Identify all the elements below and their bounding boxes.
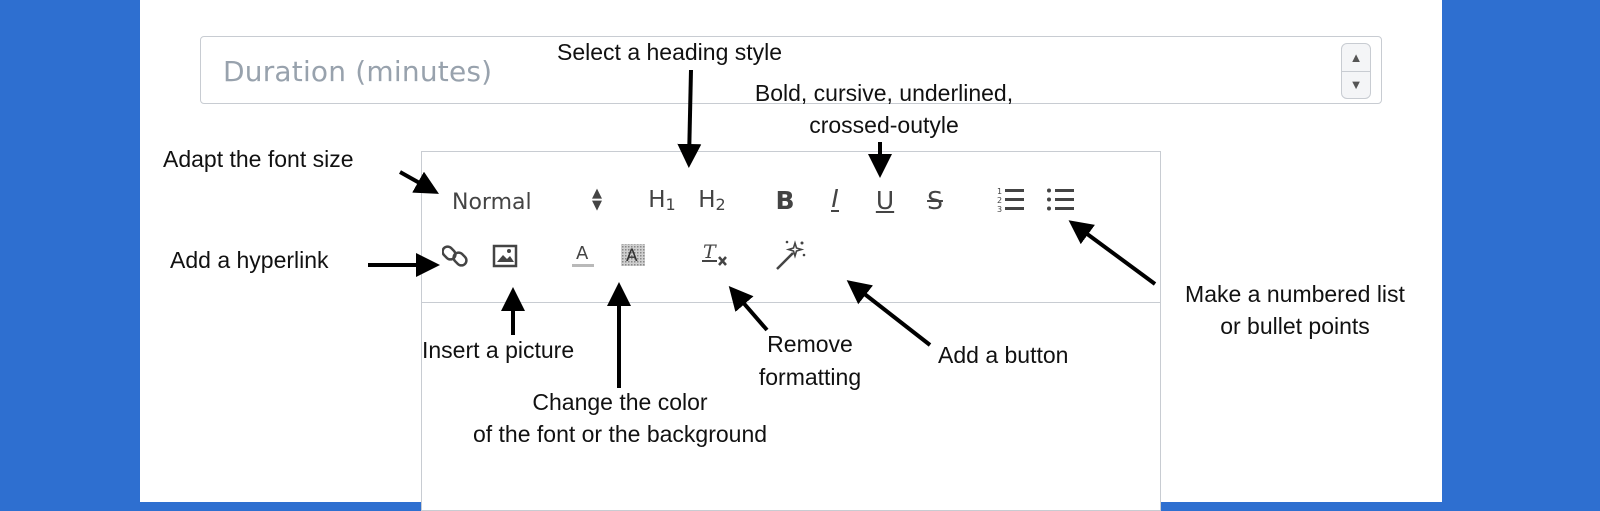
svg-text:A: A	[576, 243, 589, 264]
bullet-list-icon	[1047, 188, 1074, 211]
annotation-bold-line1: Bold, cursive, underlined,	[754, 80, 1014, 106]
h2-label: H2	[698, 186, 726, 214]
background-color-button[interactable]: A	[618, 238, 648, 272]
annotation-color-line2: of the font or the background	[472, 421, 768, 447]
editor-toolbar: Normal ▲ ▼ H1 H2 B I U S 1 2 3 A A T	[422, 152, 1160, 303]
annotation-picture: Insert a picture	[422, 337, 575, 363]
h1-label: H1	[648, 186, 676, 214]
annotation-heading: Select a heading style	[557, 39, 783, 65]
svg-text:T: T	[703, 241, 717, 263]
ordered-list-button[interactable]: 1 2 3	[994, 182, 1028, 218]
font-size-select[interactable]: Normal ▲ ▼	[452, 184, 622, 220]
text-color-button[interactable]: A	[568, 238, 598, 272]
magic-wand-icon	[776, 240, 806, 270]
link-icon	[442, 245, 468, 267]
italic-label: I	[831, 184, 839, 213]
annotation-list-line1: Make a numbered list	[1185, 281, 1405, 307]
annotation-remove-line2: formatting	[758, 364, 862, 390]
bullet-list-button[interactable]	[1044, 182, 1078, 218]
annotation-button: Add a button	[938, 342, 1069, 368]
annotation-bold-line2: crossed-outyle	[809, 112, 959, 138]
background-color-icon: A	[621, 244, 645, 266]
triangle-up-icon[interactable]: ▲	[1342, 44, 1370, 72]
triangle-down-icon[interactable]: ▼	[1342, 71, 1370, 98]
svg-text:A: A	[626, 246, 638, 266]
text-color-icon: A	[572, 243, 594, 267]
duration-stepper[interactable]: ▲ ▼	[1341, 43, 1371, 99]
annotation-font-size: Adapt the font size	[163, 146, 354, 172]
heading-1-button[interactable]: H1	[642, 182, 682, 218]
strike-button[interactable]: S	[918, 182, 952, 218]
clear-formatting-icon: T	[702, 241, 727, 266]
svg-text:3: 3	[997, 205, 1002, 214]
annotation-remove-line1: Remove	[767, 331, 853, 357]
italic-button[interactable]: I	[818, 182, 852, 218]
hyperlink-button[interactable]	[440, 240, 470, 272]
svg-text:2: 2	[997, 196, 1002, 205]
add-button-button[interactable]	[772, 238, 808, 274]
select-caret-icon: ▲ ▼	[592, 186, 602, 213]
svg-text:1: 1	[997, 187, 1002, 196]
ordered-list-icon: 1 2 3	[997, 187, 1024, 214]
duration-input[interactable]: Duration (minutes)	[223, 55, 492, 88]
image-icon	[492, 244, 518, 268]
annotation-hyperlink: Add a hyperlink	[170, 247, 329, 273]
heading-2-button[interactable]: H2	[692, 182, 732, 218]
remove-formatting-button[interactable]: T	[698, 238, 732, 272]
font-size-value: Normal	[452, 189, 532, 215]
underline-button[interactable]: U	[868, 182, 902, 218]
annotation-list-line2: or bullet points	[1220, 313, 1370, 339]
bold-button[interactable]: B	[768, 182, 802, 218]
insert-picture-button[interactable]	[490, 240, 520, 272]
